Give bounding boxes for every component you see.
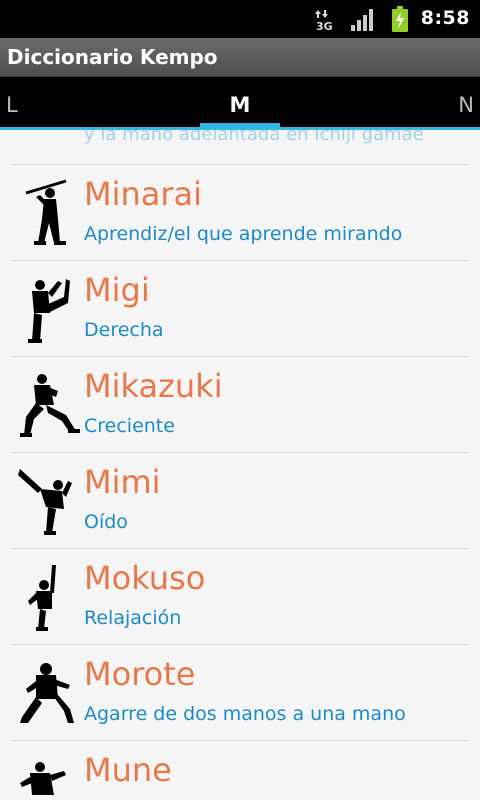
list-item[interactable]: Migi Derecha [12, 260, 468, 357]
karate-crouch-kick-icon [20, 374, 80, 437]
definition-label: Creciente [84, 415, 175, 437]
app-title: Diccionario Kempo [7, 45, 218, 69]
karate-stance-staff-icon [25, 179, 67, 245]
definition-label: Oído [84, 511, 128, 533]
karate-low-stance-icon [20, 663, 74, 723]
network-label: 3G [316, 20, 333, 32]
term-label: Morote [84, 655, 196, 693]
definition-label: Aprendiz/el que aprende mirando [84, 223, 403, 245]
list-item[interactable]: Mokuso Relajación [12, 548, 468, 645]
partial-list-text: y la mano adelantada en Ichiji gamae [84, 130, 424, 145]
list-item[interactable]: Minarai Aprendiz/el que aprende mirando [12, 164, 468, 261]
definition-label: Agarre de dos manos a una mano [84, 703, 406, 725]
term-label: Mokuso [84, 559, 206, 597]
tab-letter-next[interactable]: N [458, 93, 474, 117]
status-bar: 3G 8:58 [0, 0, 480, 38]
term-label: Mikazuki [84, 367, 223, 405]
battery-charging-icon [392, 6, 408, 32]
term-label: Mimi [84, 463, 161, 501]
letter-tab-strip: L M N [0, 77, 480, 129]
definition-label: Relajación [84, 607, 182, 629]
term-label: Minarai [84, 175, 203, 213]
karate-fighter-icon [20, 762, 66, 795]
term-label: Migi [84, 271, 150, 309]
definition-label: Derecha [84, 319, 164, 341]
karate-high-kick-icon [18, 469, 72, 535]
tab-letter-current[interactable]: M [0, 93, 480, 117]
app-title-bar: Diccionario Kempo [0, 38, 480, 77]
clock: 8:58 [420, 7, 470, 29]
karate-knee-raise-icon [28, 279, 70, 343]
karate-vertical-kick-icon [28, 565, 56, 631]
list-item[interactable]: Mune [12, 740, 468, 800]
term-list[interactable]: y la mano adelantada en Ichiji gamae Min… [0, 130, 480, 800]
list-item[interactable]: Morote Agarre de dos manos a una mano [12, 644, 468, 741]
list-item[interactable]: Mimi Oído [12, 452, 468, 549]
term-label: Mune [84, 751, 172, 789]
list-item[interactable]: Mikazuki Creciente [12, 356, 468, 453]
signal-icon [351, 9, 373, 31]
data-arrows-icon: 3G [315, 10, 333, 32]
